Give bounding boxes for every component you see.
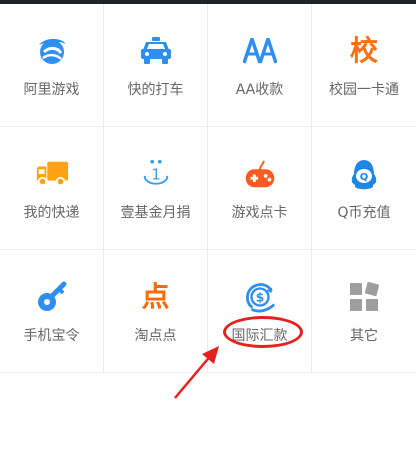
service-label: 我的快递 <box>23 205 80 221</box>
service-label: 其它 <box>350 328 378 344</box>
aa-collection-icon <box>242 34 277 68</box>
service-label: 壹基金月捐 <box>120 205 191 221</box>
service-taxi[interactable]: 快的打车 <box>104 4 208 126</box>
campus-card-glyph: 校 <box>349 34 378 67</box>
q-coin-glyph: Q <box>360 172 369 183</box>
service-label: Q币充值 <box>337 205 391 221</box>
service-more[interactable]: 其它 <box>312 250 416 372</box>
services-row: 阿里游戏 快的打车 AA收款 校 校园一卡通 <box>0 4 416 127</box>
service-label: 快的打车 <box>127 82 184 98</box>
taodiandian-icon: 点 <box>139 280 173 314</box>
international-remittance-icon: $ <box>243 280 277 314</box>
service-ali-games[interactable]: 阿里游戏 <box>0 4 104 126</box>
service-phone-token[interactable]: 手机宝令 <box>0 250 104 372</box>
service-campus-card[interactable]: 校 校园一卡通 <box>312 4 416 126</box>
highlight-circle <box>223 316 303 348</box>
one-foundation-glyph: 1 <box>151 166 161 184</box>
qq-penguin-icon: Q <box>347 157 381 191</box>
service-label: 阿里游戏 <box>23 82 80 98</box>
ali-games-icon <box>35 34 69 68</box>
taodiandian-glyph: 点 <box>141 280 170 313</box>
service-my-delivery[interactable]: 我的快递 <box>0 127 104 249</box>
service-label: 手机宝令 <box>23 328 80 344</box>
services-grid: 阿里游戏 快的打车 AA收款 校 校园一卡通 我的快递 1 壹基金月捐 游戏点卡… <box>0 4 416 373</box>
service-game-card[interactable]: 游戏点卡 <box>208 127 312 249</box>
one-foundation-icon: 1 <box>139 157 173 191</box>
campus-card-icon: 校 <box>347 34 381 68</box>
taxi-icon <box>139 34 173 68</box>
annotation-arrow <box>165 338 225 408</box>
more-grid-icon <box>347 280 381 314</box>
services-row: 我的快递 1 壹基金月捐 游戏点卡 Q Q币充值 <box>0 127 416 250</box>
service-one-foundation[interactable]: 1 壹基金月捐 <box>104 127 208 249</box>
delivery-truck-icon <box>35 157 69 191</box>
service-q-coin[interactable]: Q Q币充值 <box>312 127 416 249</box>
game-controller-icon <box>243 157 277 191</box>
service-label: 游戏点卡 <box>231 205 288 221</box>
service-label: AA收款 <box>235 82 284 98</box>
service-label: 校园一卡通 <box>329 82 399 98</box>
remittance-glyph: $ <box>255 291 264 305</box>
service-aa-collection[interactable]: AA收款 <box>208 4 312 126</box>
key-icon <box>35 280 69 314</box>
